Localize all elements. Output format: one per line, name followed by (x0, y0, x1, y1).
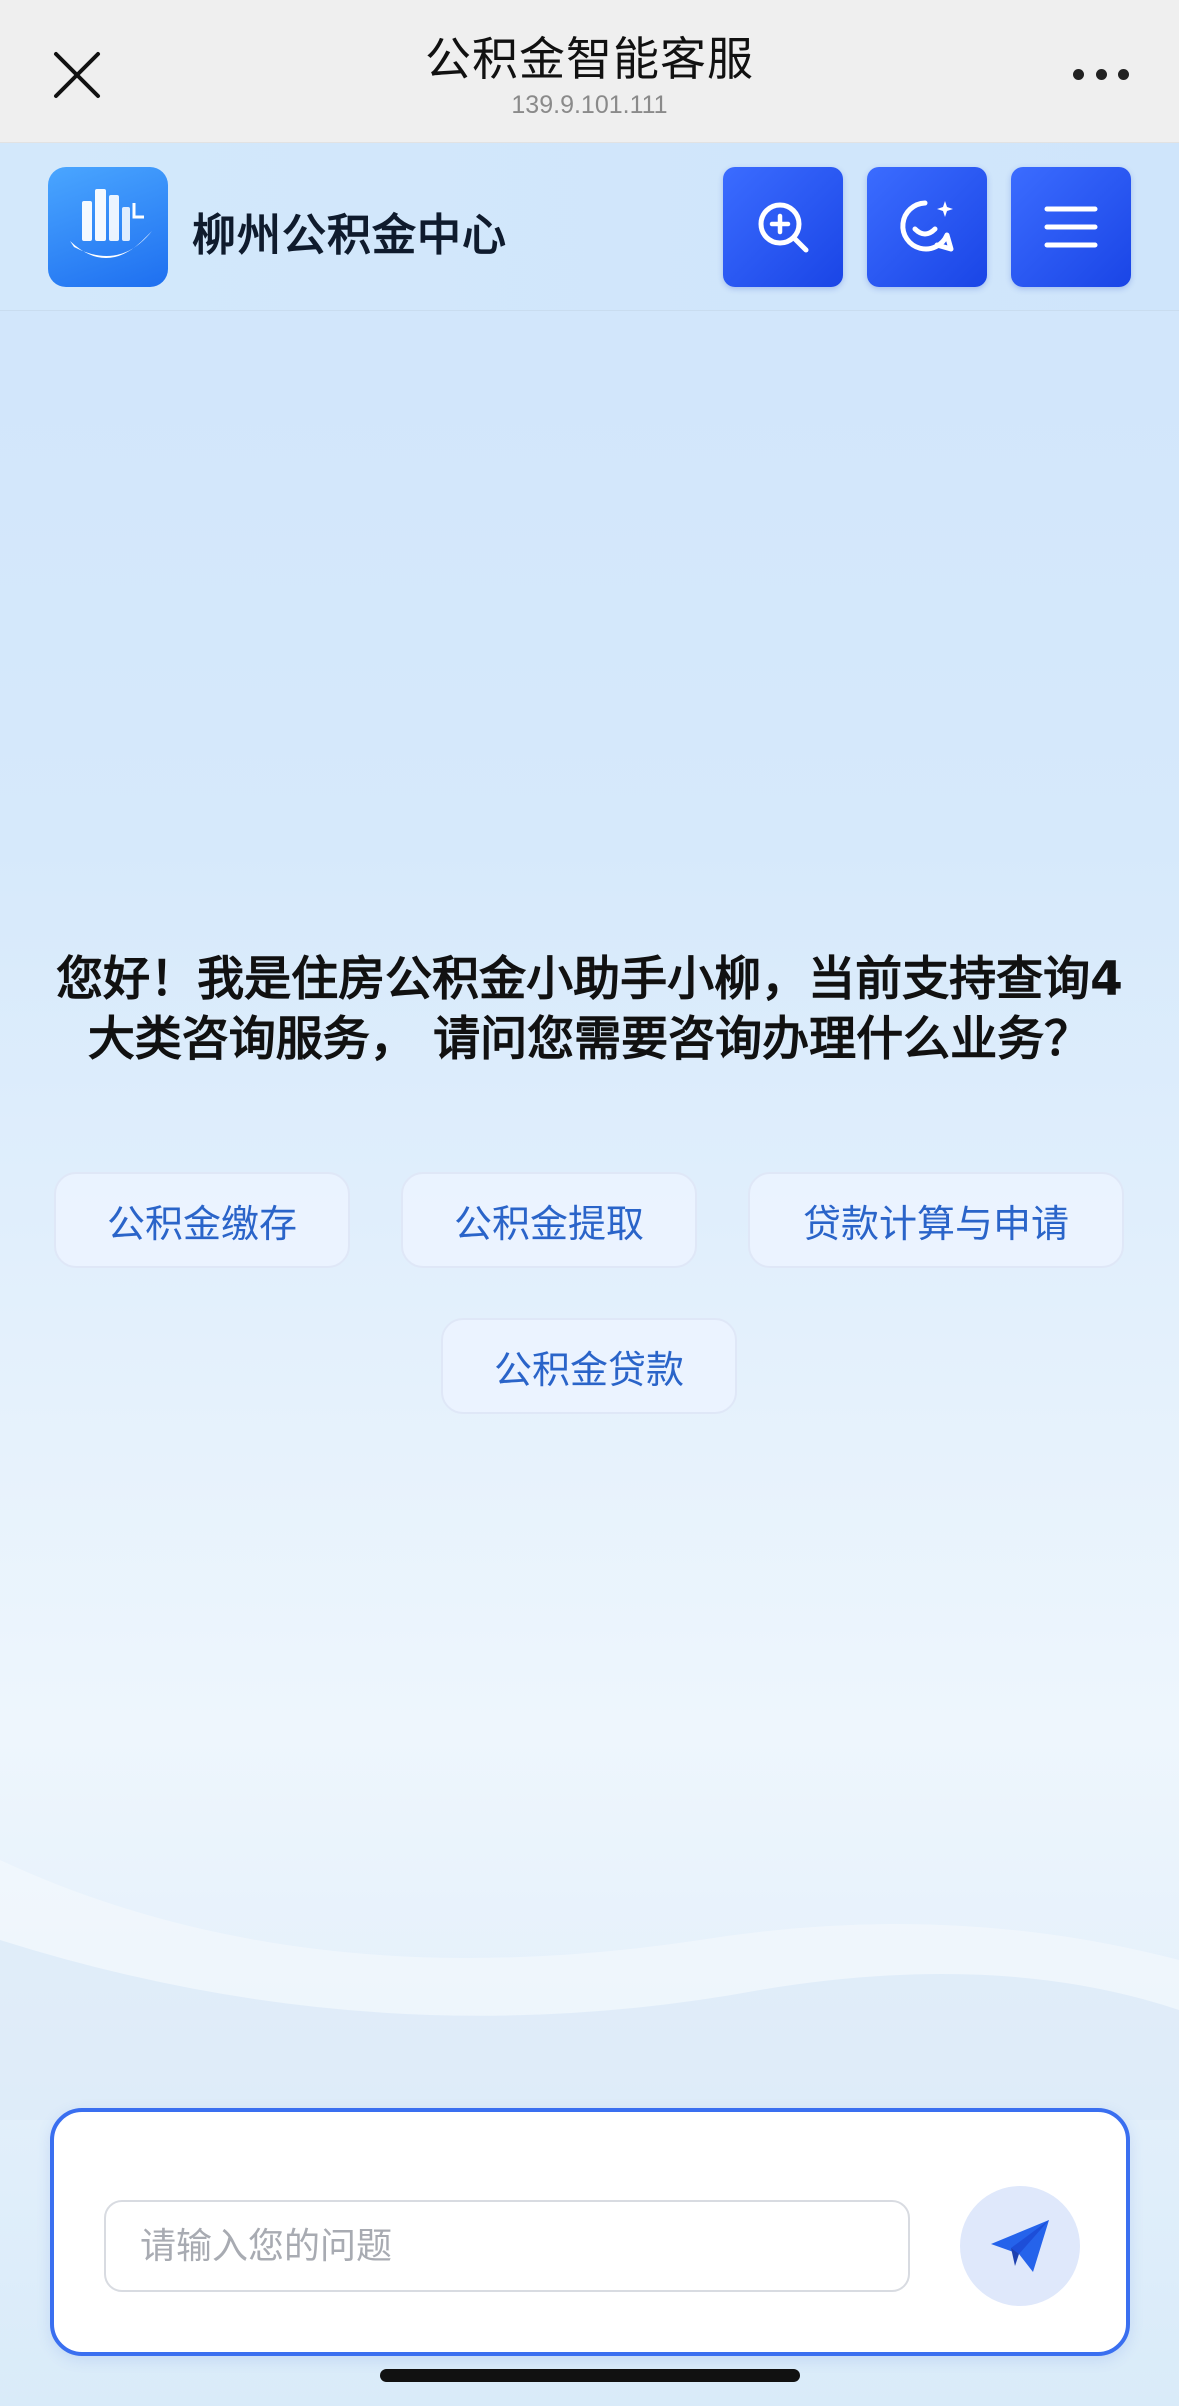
quick-reply-withdraw[interactable]: 公积金提取 (401, 1172, 697, 1268)
dot (1095, 68, 1107, 80)
send-button[interactable] (960, 2186, 1080, 2306)
chat-input-card (50, 2108, 1130, 2356)
logo-icon (48, 167, 168, 287)
send-paper-plane-icon (991, 2220, 1049, 2272)
background-wave (0, 1860, 1179, 2120)
zoom-search-icon (758, 202, 809, 253)
dot (1073, 68, 1084, 80)
hamburger-menu-icon (1044, 206, 1098, 248)
quick-reply-deposit[interactable]: 公积金缴存 (54, 1172, 350, 1268)
quick-reply-loan-calc[interactable]: 贷款计算与申请 (748, 1172, 1124, 1268)
search-button[interactable] (723, 167, 843, 287)
chat-smile-icon (900, 200, 954, 252)
more-dots-icon[interactable] (1073, 64, 1129, 84)
app-header: 柳州公积金中心 (0, 143, 1179, 311)
title-block: 公积金智能客服 139.9.101.111 (0, 28, 1179, 120)
home-indicator (380, 2369, 800, 2382)
org-name: 柳州公积金中心 (192, 210, 507, 261)
greeting-message: 您好！我是住房公积金小助手小柳，当前支持查询4大类咨询服务， 请问您需要咨询办理… (56, 952, 1123, 1067)
page-title: 公积金智能客服 (425, 32, 754, 86)
page-address: 139.9.101.111 (511, 91, 668, 119)
question-input[interactable] (104, 2200, 910, 2292)
chat-button[interactable] (867, 167, 987, 287)
dot (1118, 68, 1129, 80)
menu-button[interactable] (1011, 167, 1131, 287)
title-bar: 公积金智能客服 139.9.101.111 (0, 0, 1179, 143)
quick-reply-loan[interactable]: 公积金贷款 (441, 1318, 737, 1414)
